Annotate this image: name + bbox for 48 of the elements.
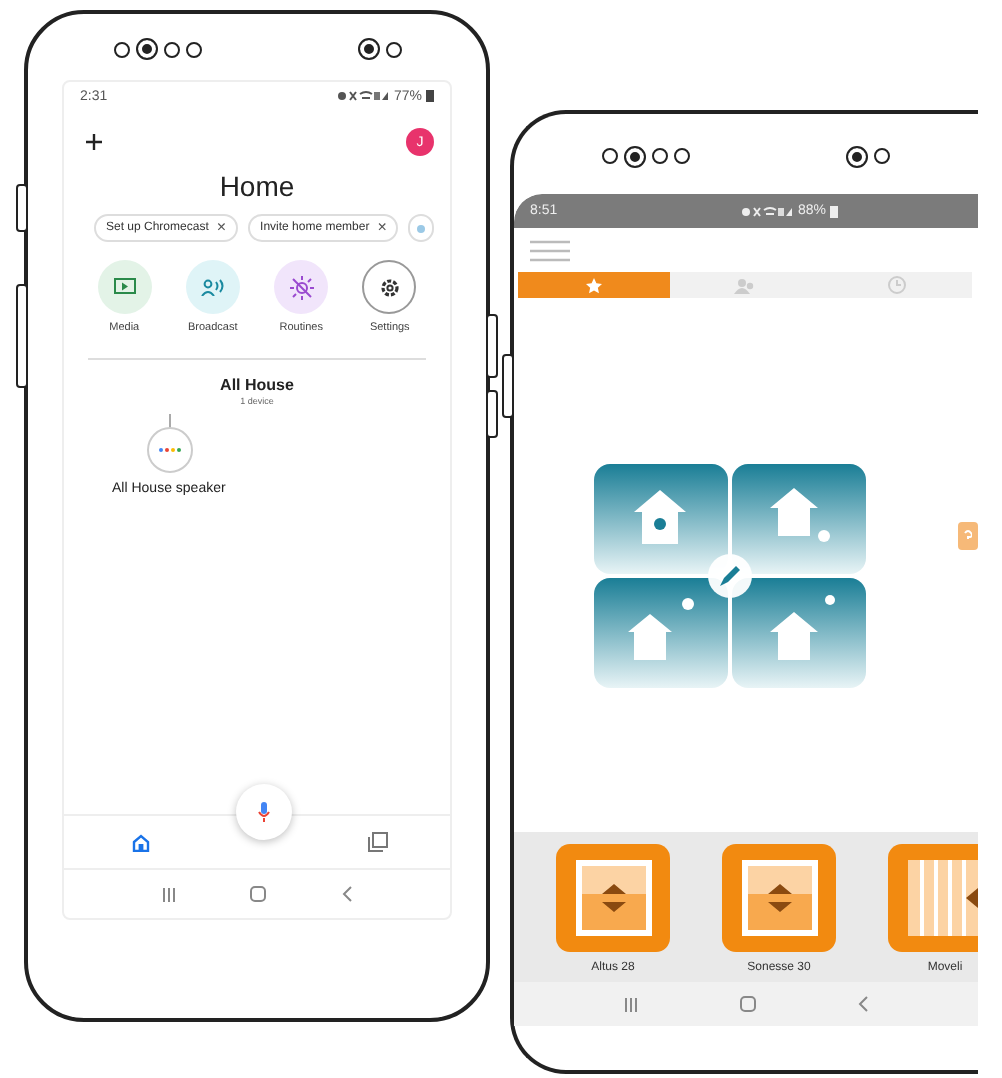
room-title: All House bbox=[218, 376, 296, 394]
back-icon[interactable] bbox=[857, 996, 868, 1012]
roller-shade-icon bbox=[573, 858, 653, 938]
back-icon[interactable] bbox=[342, 886, 353, 902]
page-title: Home bbox=[217, 170, 297, 202]
device-tile[interactable] bbox=[556, 844, 670, 952]
tab[interactable] bbox=[518, 272, 670, 298]
add-button[interactable] bbox=[84, 132, 104, 152]
camera-icon bbox=[135, 38, 157, 60]
sensor-icon bbox=[874, 148, 890, 164]
device-tile[interactable] bbox=[888, 844, 978, 952]
home-nav-icon[interactable] bbox=[739, 996, 756, 1012]
camera-icon bbox=[846, 145, 868, 167]
nav-tab[interactable] bbox=[366, 830, 390, 854]
camera-icon bbox=[624, 145, 646, 167]
mic-icon bbox=[258, 802, 270, 822]
scene-tiles-drawing[interactable] bbox=[594, 463, 866, 687]
broadcast-icon bbox=[200, 278, 225, 296]
suggestion-chip[interactable] bbox=[408, 214, 435, 242]
sensor-icon bbox=[113, 41, 129, 57]
battery-icon bbox=[830, 205, 838, 217]
status-icons bbox=[337, 90, 390, 102]
clock-icon bbox=[887, 276, 906, 294]
home-nav-icon[interactable] bbox=[250, 886, 267, 902]
sensor-icon bbox=[602, 148, 618, 164]
battery-icon bbox=[426, 90, 434, 102]
camera-icon bbox=[357, 38, 379, 60]
recents-icon[interactable] bbox=[161, 887, 176, 901]
add-icon bbox=[86, 134, 102, 150]
sensor-icon bbox=[385, 41, 401, 57]
vertical-blind-icon bbox=[905, 858, 978, 938]
play-icon bbox=[113, 278, 136, 296]
settings-icon bbox=[379, 277, 400, 297]
nav-tab[interactable] bbox=[128, 830, 152, 854]
mic-button[interactable] bbox=[236, 784, 292, 840]
shortcut-button[interactable] bbox=[362, 260, 417, 314]
sun-icon bbox=[289, 275, 314, 299]
help-tab[interactable] bbox=[958, 522, 978, 550]
device-tile[interactable] bbox=[722, 844, 836, 952]
speaker-icon[interactable] bbox=[146, 414, 194, 474]
help-icon bbox=[964, 530, 972, 542]
roller-shade-icon bbox=[739, 858, 819, 938]
recents-icon[interactable] bbox=[624, 997, 639, 1011]
home-icon bbox=[131, 833, 149, 851]
feed-icon bbox=[368, 832, 388, 852]
people-icon bbox=[734, 277, 756, 293]
menu-icon[interactable] bbox=[530, 239, 570, 261]
status-icons bbox=[741, 205, 794, 217]
